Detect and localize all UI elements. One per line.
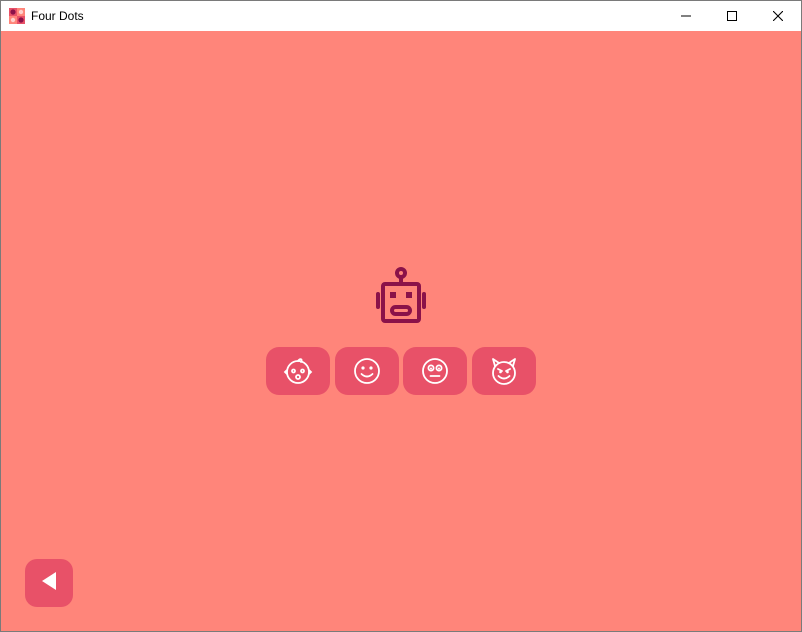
devil-face-icon	[488, 355, 520, 387]
window-title: Four Dots	[31, 9, 84, 23]
smiling-face-icon	[351, 355, 383, 387]
back-arrow-icon	[40, 571, 58, 596]
main-content	[1, 31, 801, 631]
minimize-button[interactable]	[663, 1, 709, 31]
difficulty-worried-button[interactable]	[403, 347, 467, 395]
difficulty-smile-button[interactable]	[335, 347, 399, 395]
baby-face-icon	[282, 355, 314, 387]
close-button[interactable]	[755, 1, 801, 31]
close-icon	[773, 11, 783, 21]
difficulty-devil-button[interactable]	[472, 347, 536, 395]
back-button[interactable]	[25, 559, 73, 607]
four-dots-app-icon	[9, 8, 25, 24]
worried-face-icon	[419, 355, 451, 387]
title-bar[interactable]: Four Dots	[1, 1, 801, 31]
difficulty-baby-button[interactable]	[266, 347, 330, 395]
robot-icon	[375, 267, 427, 325]
app-window: Four Dots	[0, 0, 802, 632]
minimize-icon	[681, 11, 691, 21]
difficulty-selector	[266, 347, 538, 395]
maximize-button[interactable]	[709, 1, 755, 31]
maximize-icon	[727, 11, 737, 21]
